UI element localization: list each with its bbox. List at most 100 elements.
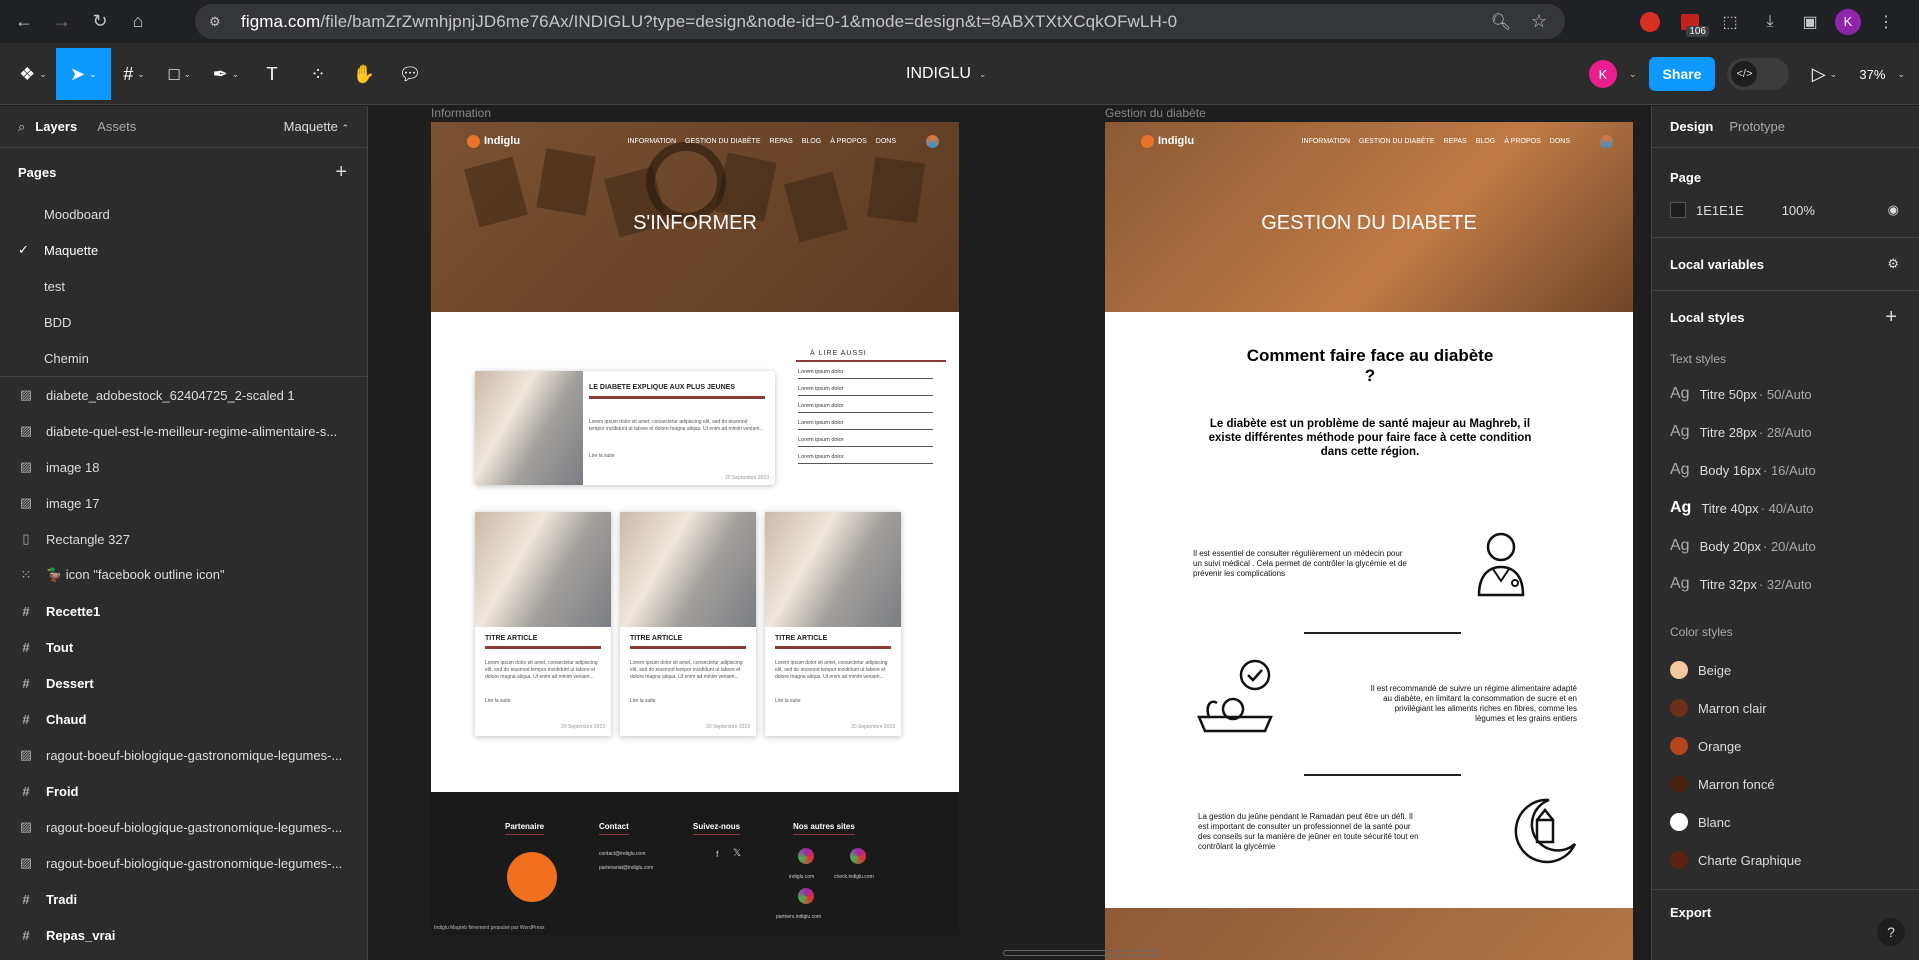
color-style-item[interactable]: Orange: [1652, 727, 1919, 765]
color-style-item[interactable]: Marron clair: [1652, 689, 1919, 727]
page-opacity-value[interactable]: 100%: [1782, 203, 1815, 218]
layer-item[interactable]: # Tradi: [0, 881, 367, 917]
contact-email[interactable]: contact@indiglu.com: [599, 851, 646, 857]
site-logo-icon[interactable]: [850, 848, 866, 864]
pen-tool-button[interactable]: ✒ ⌄: [203, 48, 249, 100]
help-icon[interactable]: ?: [1877, 918, 1905, 946]
eye-icon[interactable]: ◉: [1888, 202, 1899, 218]
home-icon[interactable]: ⌂: [124, 8, 152, 36]
search-icon[interactable]: ⌕: [18, 119, 25, 135]
featured-article-card[interactable]: LE DIABETE EXPLIQUE AUX PLUS JEUNES Lore…: [475, 371, 775, 485]
aside-link[interactable]: Lorem ipsum dolor: [798, 396, 933, 413]
address-bar[interactable]: ⚙ figma.com/file/bamZrZwmhjpnjJD6me76Ax/…: [195, 4, 1565, 39]
read-more-link[interactable]: Lire la suite: [775, 698, 801, 704]
side-panel-icon[interactable]: ▣: [1795, 7, 1825, 37]
layer-item[interactable]: ▨ image 17: [0, 485, 367, 521]
color-style-item[interactable]: Charte Graphique: [1652, 841, 1919, 879]
site-logo-icon[interactable]: [798, 848, 814, 864]
article-card[interactable]: TITRE ARTICLE Lorem ipsum dolor sit amet…: [620, 512, 756, 736]
site-logo-icon[interactable]: [798, 888, 814, 904]
frame-label-information[interactable]: Information: [431, 106, 491, 120]
downloads-icon[interactable]: ⤓: [1755, 7, 1785, 37]
shape-tool-button[interactable]: □ ⌄: [157, 48, 203, 100]
page-item[interactable]: test: [0, 268, 367, 304]
extensions-puzzle-icon[interactable]: ⬚: [1715, 7, 1745, 37]
x-twitter-icon[interactable]: 𝕏: [733, 848, 741, 859]
layer-item[interactable]: ▨ ragout-boeuf-biologique-gastronomique-l…: [0, 809, 367, 845]
extension-calendar-icon[interactable]: 106: [1675, 7, 1709, 37]
menu-item[interactable]: GESTION DU DIABÈTE: [1359, 138, 1434, 145]
back-icon[interactable]: ←: [10, 8, 38, 36]
chevron-down-icon[interactable]: ⌄: [1629, 69, 1637, 80]
present-button[interactable]: ▷ ⌄: [1801, 48, 1847, 100]
reload-icon[interactable]: ↻: [86, 8, 114, 36]
chrome-menu-icon[interactable]: ⋮: [1871, 7, 1901, 37]
page-item[interactable]: Moodboard: [0, 196, 367, 232]
resources-button[interactable]: ⁘: [295, 48, 341, 100]
color-style-item[interactable]: Blanc: [1652, 803, 1919, 841]
aside-link[interactable]: Lorem ipsum dolor: [798, 447, 933, 464]
site-link[interactable]: indiglu.com: [789, 874, 814, 880]
article-card[interactable]: TITRE ARTICLE Lorem ipsum dolor sit amet…: [765, 512, 901, 736]
menu-item[interactable]: À PROPOS: [1504, 138, 1541, 145]
layer-item[interactable]: ▨ diabete-quel-est-le-meilleur-regime-ali…: [0, 413, 367, 449]
language-flag-icon[interactable]: [1600, 134, 1613, 148]
add-page-icon[interactable]: +: [335, 161, 347, 184]
site-logo[interactable]: Indiglu: [467, 134, 520, 148]
site-logo[interactable]: Indiglu: [1141, 134, 1194, 148]
aside-link[interactable]: Lorem ipsum dolor: [798, 413, 933, 430]
main-menu-button[interactable]: ❖ ⌄: [10, 48, 56, 100]
horizontal-scrollbar[interactable]: [1003, 950, 1161, 956]
aside-link[interactable]: Lorem ipsum dolor: [798, 430, 933, 447]
menu-item[interactable]: DONS: [876, 138, 896, 145]
aside-link[interactable]: Lorem ipsum dolor: [798, 379, 933, 396]
layer-item[interactable]: # Tout: [0, 629, 367, 665]
move-tool-button[interactable]: ➤ ⌄: [56, 48, 111, 100]
language-flag-icon[interactable]: [926, 134, 939, 148]
zoom-page-icon[interactable]: 🔍︎: [1491, 12, 1511, 32]
tab-design[interactable]: Design: [1670, 119, 1713, 134]
variables-settings-icon[interactable]: ⚙: [1887, 256, 1899, 272]
text-style-item[interactable]: Ag Body 20px · 20/Auto: [1652, 527, 1919, 565]
tab-layers[interactable]: Layers: [35, 119, 77, 134]
page-item[interactable]: Chemin: [0, 340, 367, 376]
read-more-link[interactable]: Lire la suite: [630, 698, 656, 704]
hand-tool-button[interactable]: ✋: [341, 48, 387, 100]
layer-item[interactable]: # Dessert: [0, 665, 367, 701]
layer-item[interactable]: ▨ diabete_adobestock_62404725_2-scaled 1: [0, 377, 367, 413]
layer-item[interactable]: ▨ ragout-boeuf-biologique-gastronomique-l…: [0, 737, 367, 773]
chevron-down-icon[interactable]: ⌄: [1897, 69, 1905, 80]
profile-avatar[interactable]: K: [1835, 8, 1861, 35]
extension-hand-icon[interactable]: [1635, 7, 1665, 37]
menu-item[interactable]: GESTION DU DIABÈTE: [685, 138, 760, 145]
text-style-item[interactable]: Ag Titre 40px · 40/Auto: [1652, 489, 1919, 527]
share-button[interactable]: Share: [1648, 57, 1716, 91]
text-tool-button[interactable]: T: [249, 48, 295, 100]
menu-item[interactable]: REPAS: [770, 138, 793, 145]
site-link[interactable]: check.indiglu.com: [834, 874, 874, 880]
page-item[interactable]: ✓ Maquette: [0, 232, 367, 268]
layer-item[interactable]: # Froid: [0, 773, 367, 809]
page-color-value[interactable]: 1E1E1E: [1696, 203, 1744, 218]
menu-item[interactable]: BLOG: [802, 138, 821, 145]
page-selector[interactable]: Maquette ⌃: [284, 119, 349, 134]
article-card[interactable]: TITRE ARTICLE Lorem ipsum dolor sit amet…: [475, 512, 611, 736]
zoom-level[interactable]: 37%: [1859, 67, 1885, 82]
menu-item[interactable]: DONS: [1550, 138, 1570, 145]
tab-prototype[interactable]: Prototype: [1729, 119, 1785, 134]
text-style-item[interactable]: Ag Titre 50px · 50/Auto: [1652, 375, 1919, 413]
site-settings-icon[interactable]: ⚙: [209, 14, 221, 30]
menu-item[interactable]: À PROPOS: [830, 138, 867, 145]
site-link[interactable]: partners.indiglu.com: [776, 914, 821, 920]
read-more-link[interactable]: Lire la suite: [485, 698, 511, 704]
local-variables[interactable]: Local variables: [1670, 257, 1764, 272]
file-name-menu[interactable]: INDIGLU ⌄: [906, 43, 986, 105]
color-style-item[interactable]: Marron foncé: [1652, 765, 1919, 803]
menu-item[interactable]: REPAS: [1444, 138, 1467, 145]
text-style-item[interactable]: Ag Titre 28px · 28/Auto: [1652, 413, 1919, 451]
layer-item[interactable]: ▯ Rectangle 327: [0, 521, 367, 557]
layer-item[interactable]: # Recette1: [0, 593, 367, 629]
facebook-icon[interactable]: f: [716, 849, 719, 859]
frame-information[interactable]: Indiglu INFORMATION GESTION DU DIABÈTE R…: [431, 122, 959, 935]
layer-item[interactable]: ▨ image 18: [0, 449, 367, 485]
